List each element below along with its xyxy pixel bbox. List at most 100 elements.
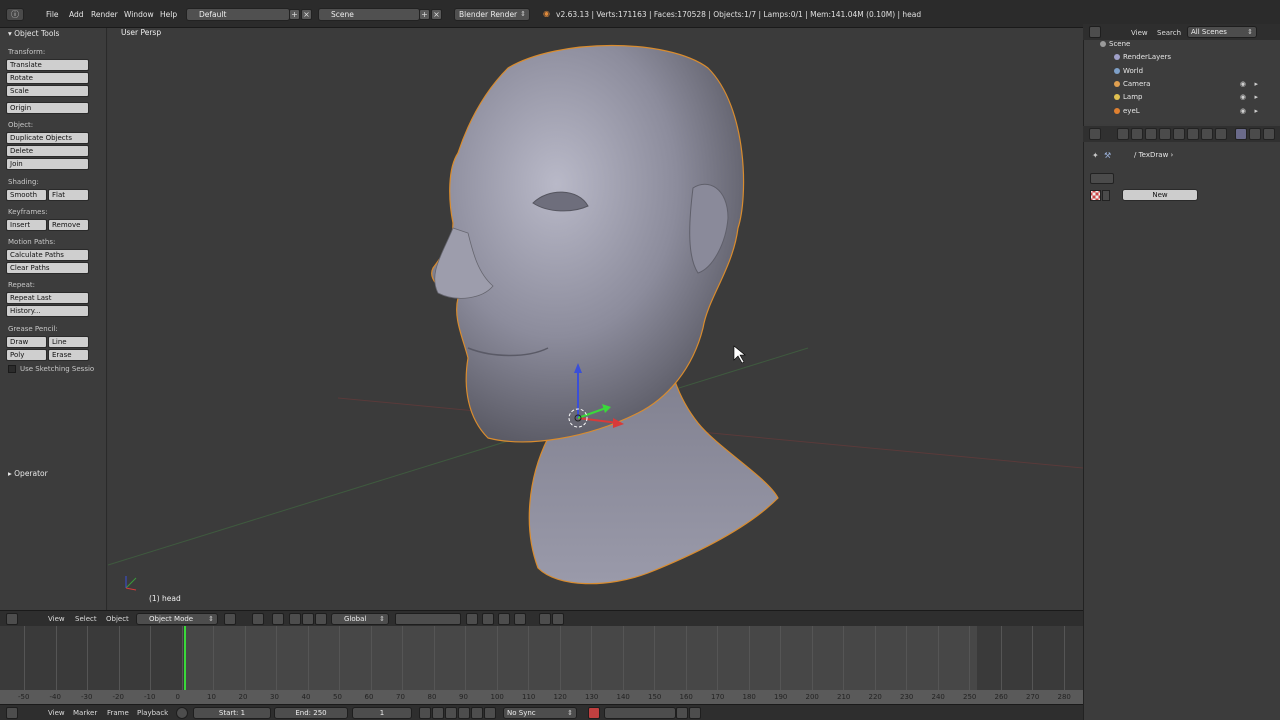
smooth-button[interactable]: Smooth <box>6 189 47 201</box>
timeline-view-menu[interactable]: View <box>48 709 65 717</box>
layers-grid[interactable] <box>395 613 461 625</box>
object-tab-icon[interactable] <box>1159 128 1171 140</box>
start-frame-field[interactable]: Start: 1 <box>193 707 271 719</box>
scene-tab-icon[interactable] <box>1131 128 1143 140</box>
pivot-point-icon[interactable] <box>252 613 264 625</box>
scale-manipulator-icon[interactable] <box>315 613 327 625</box>
screen-layout-field[interactable]: Default <box>186 8 290 21</box>
outliner-row[interactable]: eyeL ◉ ▸ <box>1090 105 1268 118</box>
keying-set-field[interactable] <box>604 707 676 719</box>
outliner-row[interactable]: Lamp ◉ ▸ <box>1090 91 1268 104</box>
history-button[interactable]: History... <box>6 305 89 317</box>
snap-target-icon[interactable] <box>514 613 526 625</box>
new-texture-button[interactable]: New <box>1122 189 1198 201</box>
remove-scene-button[interactable]: × <box>431 9 442 20</box>
use-sketching-checkbox[interactable] <box>8 365 16 373</box>
delete-button[interactable]: Delete <box>6 145 89 157</box>
editor-type-icon[interactable] <box>1089 26 1101 38</box>
remove-keyframe-button[interactable]: Remove <box>48 219 89 231</box>
visibility-eye-icon[interactable]: ◉ <box>1240 78 1246 91</box>
rotate-manipulator-icon[interactable] <box>302 613 314 625</box>
render-engine-select[interactable]: Blender Render ⇕ <box>454 8 530 21</box>
world-tab-icon[interactable] <box>1145 128 1157 140</box>
outliner-row[interactable]: Camera ◉ ▸ <box>1090 78 1268 91</box>
preview-range-icon[interactable] <box>176 707 188 719</box>
modifiers-tab-icon[interactable] <box>1187 128 1199 140</box>
menu-help[interactable]: Help <box>160 10 177 19</box>
3d-viewport[interactable]: User Persp (1) head <box>108 28 1083 610</box>
calculate-paths-button[interactable]: Calculate Paths <box>6 249 89 261</box>
mode-select[interactable]: Object Mode ⇕ <box>136 613 218 625</box>
editor-type-icon[interactable]: ⓘ <box>6 8 24 21</box>
visibility-eye-icon[interactable]: ◉ <box>1240 91 1246 104</box>
end-frame-field[interactable]: End: 250 <box>274 707 348 719</box>
particles-tab-icon[interactable] <box>1249 128 1261 140</box>
editor-type-icon[interactable] <box>6 613 18 625</box>
add-layout-button[interactable]: + <box>289 9 300 20</box>
join-button[interactable]: Join <box>6 158 89 170</box>
delete-keyframe-icon[interactable] <box>689 707 701 719</box>
play-icon[interactable] <box>458 707 470 719</box>
editor-type-icon[interactable] <box>6 707 18 719</box>
translate-manipulator-icon[interactable] <box>289 613 301 625</box>
physics-tab-icon[interactable] <box>1263 128 1275 140</box>
visibility-eye-icon[interactable]: ◉ <box>1240 105 1246 118</box>
origin-button[interactable]: Origin <box>6 102 89 114</box>
jump-keyframe-back-icon[interactable] <box>432 707 444 719</box>
add-scene-button[interactable]: + <box>419 9 430 20</box>
erase-button[interactable]: Erase <box>48 349 89 361</box>
draw-button[interactable]: Draw <box>6 336 47 348</box>
pin-icon[interactable]: ✦ <box>1092 151 1099 160</box>
menu-render[interactable]: Render <box>91 10 118 19</box>
scene-field[interactable]: Scene <box>318 8 420 21</box>
texture-tab-icon[interactable] <box>1235 128 1247 140</box>
scale-button[interactable]: Scale <box>6 85 89 97</box>
viewport-canvas[interactable] <box>108 28 1083 610</box>
object-menu[interactable]: Object <box>106 615 129 623</box>
orientation-select[interactable]: Global ⇕ <box>331 613 389 625</box>
duplicate-objects-button[interactable]: Duplicate Objects <box>6 132 89 144</box>
render-opengl-icon[interactable] <box>539 613 551 625</box>
jump-end-icon[interactable] <box>484 707 496 719</box>
constraints-tab-icon[interactable] <box>1173 128 1185 140</box>
line-button[interactable]: Line <box>48 336 89 348</box>
view-menu[interactable]: View <box>48 615 65 623</box>
menu-add[interactable]: Add <box>69 10 84 19</box>
outliner-row[interactable]: RenderLayers <box>1090 51 1268 64</box>
data-tab-icon[interactable] <box>1201 128 1213 140</box>
jump-start-icon[interactable] <box>419 707 431 719</box>
outliner-search-menu[interactable]: Search <box>1157 29 1181 37</box>
outliner-row[interactable]: World <box>1090 65 1268 78</box>
manipulator-toggle-icon[interactable] <box>272 613 284 625</box>
menu-window[interactable]: Window <box>124 10 154 19</box>
playback-menu[interactable]: Playback <box>137 709 168 717</box>
flat-button[interactable]: Flat <box>48 189 89 201</box>
properties-editor[interactable] <box>1083 124 1280 720</box>
marker-menu[interactable]: Marker <box>73 709 97 717</box>
clear-paths-button[interactable]: Clear Paths <box>6 262 89 274</box>
proportional-edit-icon[interactable] <box>482 613 494 625</box>
outliner-filter-select[interactable]: All Scenes ⇕ <box>1187 26 1257 38</box>
jump-keyframe-forward-icon[interactable] <box>471 707 483 719</box>
selectability-cursor-icon[interactable]: ▸ <box>1254 105 1258 118</box>
remove-layout-button[interactable]: × <box>301 9 312 20</box>
selectability-cursor-icon[interactable]: ▸ <box>1254 91 1258 104</box>
operator-panel-title[interactable]: ▸ Operator <box>8 469 48 478</box>
snap-icon[interactable] <box>498 613 510 625</box>
play-reverse-icon[interactable] <box>445 707 457 719</box>
select-menu[interactable]: Select <box>75 615 97 623</box>
selectability-cursor-icon[interactable]: ▸ <box>1254 78 1258 91</box>
frame-menu[interactable]: Frame <box>107 709 129 717</box>
current-frame-indicator[interactable] <box>184 626 186 690</box>
sync-select[interactable]: No Sync ⇕ <box>503 707 577 719</box>
insert-keyframe-button[interactable]: Insert <box>6 219 47 231</box>
outliner-row[interactable]: Scene <box>1090 38 1268 51</box>
editor-type-icon[interactable] <box>1089 128 1101 140</box>
material-tab-icon[interactable] <box>1215 128 1227 140</box>
poly-button[interactable]: Poly <box>6 349 47 361</box>
render-tab-icon[interactable] <box>1117 128 1129 140</box>
texture-context-toggle[interactable] <box>1090 173 1114 184</box>
translate-button[interactable]: Translate <box>6 59 89 71</box>
object-tools-title[interactable]: ▾ Object Tools <box>8 29 59 38</box>
timeline-ruler[interactable] <box>0 690 1083 704</box>
